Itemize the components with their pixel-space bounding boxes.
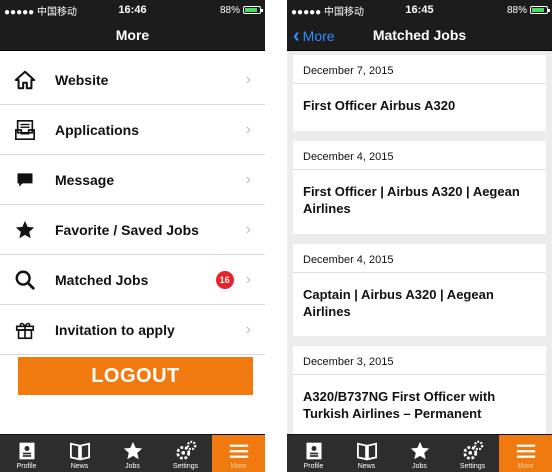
chevron-right-icon: ›	[245, 120, 251, 138]
chevron-right-icon: ›	[245, 170, 251, 188]
battery-percent: 88%	[219, 4, 240, 16]
job-list: December 7, 2015 First Officer Airbus A3…	[293, 55, 546, 449]
profile-icon	[16, 440, 38, 462]
page-title: Matched Jobs	[372, 27, 467, 43]
tab-more[interactable]: More	[212, 435, 265, 472]
back-label: More	[302, 27, 335, 44]
star-icon	[12, 217, 38, 243]
page-title: More	[115, 27, 150, 43]
more-menu: Website › Applications › Message › Favor…	[0, 55, 265, 355]
tab-news[interactable]: News	[53, 435, 106, 472]
job-date: December 3, 2015	[293, 346, 546, 376]
tab-label: More	[517, 463, 534, 470]
gears-icon	[462, 440, 484, 462]
carrier-label: ●●●●● 中国移动	[291, 6, 364, 18]
tab-label: Settings	[172, 463, 199, 470]
chevron-left-icon: ‹	[293, 24, 300, 47]
tab-jobs[interactable]: Jobs	[106, 435, 159, 472]
logout-button[interactable]: LOGOUT	[18, 357, 253, 395]
tab-profile[interactable]: Profile	[0, 435, 53, 472]
menu-item-label: Website	[55, 71, 109, 88]
job-card[interactable]: December 3, 2015 A320/B737NG First Offic…	[293, 346, 546, 440]
job-date: December 4, 2015	[293, 141, 546, 170]
nav-bar: More	[0, 20, 265, 51]
matched-jobs-screen: ●●●●● 中国移动 16:45 88% ‹ More Matched Jobs…	[287, 0, 552, 472]
stage: ●●●●● 中国移动 16:46 88% More Website › Appl…	[0, 0, 552, 472]
menu-item-label: Message	[55, 171, 115, 188]
tab-news[interactable]: News	[340, 435, 393, 472]
job-card[interactable]: December 4, 2015 Captain | Airbus A320 |…	[293, 243, 546, 337]
menu-item-website[interactable]: Website ›	[0, 55, 265, 105]
job-card[interactable]: December 7, 2015 First Officer Airbus A3…	[293, 55, 546, 131]
carrier-label: ●●●●● 中国移动	[4, 6, 77, 18]
battery-percent: 88%	[506, 4, 527, 16]
menu-item-label: Favorite / Saved Jobs	[55, 221, 199, 238]
menu-item-applications[interactable]: Applications ›	[0, 105, 265, 155]
news-book-icon	[69, 440, 91, 462]
menu-item-label: Matched Jobs	[55, 271, 149, 288]
gift-icon	[12, 317, 38, 343]
chevron-right-icon: ›	[245, 320, 251, 338]
tab-label: Profile	[303, 463, 324, 470]
tab-settings[interactable]: Settings	[446, 435, 499, 472]
tab-bar: Profile News Jobs Settings More	[0, 434, 265, 472]
menu-item-label: Invitation to apply	[55, 321, 175, 338]
star-icon	[409, 440, 431, 462]
more-screen: ●●●●● 中国移动 16:46 88% More Website › Appl…	[0, 0, 265, 472]
job-title: First Officer Airbus A320	[303, 98, 456, 113]
home-icon	[12, 67, 38, 93]
tab-label: News	[70, 463, 89, 470]
menu-icon	[515, 440, 537, 462]
message-icon	[12, 167, 38, 193]
battery-icon	[243, 6, 263, 14]
menu-item-message[interactable]: Message ›	[0, 155, 265, 205]
tab-profile[interactable]: Profile	[287, 435, 340, 472]
chevron-right-icon: ›	[245, 70, 251, 88]
tab-label: Profile	[16, 463, 37, 470]
tab-label: Settings	[459, 463, 486, 470]
notification-badge: 16	[215, 270, 234, 289]
menu-icon	[228, 440, 250, 462]
news-book-icon	[356, 440, 378, 462]
applications-icon	[12, 117, 38, 143]
menu-item-invitation-to-apply[interactable]: Invitation to apply ›	[0, 305, 265, 355]
tab-jobs[interactable]: Jobs	[393, 435, 446, 472]
back-button[interactable]: ‹ More	[293, 20, 335, 51]
nav-bar: ‹ More Matched Jobs	[287, 20, 552, 51]
job-date: December 4, 2015	[293, 244, 546, 273]
job-title: Captain | Airbus A320 | Aegean Airlines	[303, 286, 494, 319]
menu-item-matched-jobs[interactable]: Matched Jobs 16 ›	[0, 255, 265, 305]
profile-icon	[303, 440, 325, 462]
chevron-right-icon: ›	[245, 270, 251, 288]
job-card[interactable]: December 4, 2015 First Officer | Airbus …	[293, 140, 546, 234]
chevron-right-icon: ›	[245, 220, 251, 238]
job-date: December 7, 2015	[293, 55, 546, 84]
tab-label: Jobs	[125, 463, 140, 470]
gears-icon	[175, 440, 197, 462]
tab-more[interactable]: More	[499, 435, 552, 472]
tab-bar: Profile News Jobs Settings More	[287, 434, 552, 472]
job-title: A320/B737NG First Officer with Turkish A…	[303, 389, 496, 422]
job-title: First Officer | Airbus A320 | Aegean Air…	[303, 183, 520, 216]
battery-icon	[530, 6, 550, 14]
tab-settings[interactable]: Settings	[159, 435, 212, 472]
menu-item-favorite-saved-jobs[interactable]: Favorite / Saved Jobs ›	[0, 205, 265, 255]
menu-item-label: Applications	[55, 121, 140, 138]
tab-label: Jobs	[412, 463, 427, 470]
status-bar: ●●●●● 中国移动 16:46 88%	[0, 0, 265, 20]
tab-label: News	[357, 463, 376, 470]
search-icon	[12, 267, 38, 293]
tab-label: More	[230, 463, 247, 470]
status-bar: ●●●●● 中国移动 16:45 88%	[287, 0, 552, 20]
star-icon	[122, 440, 144, 462]
